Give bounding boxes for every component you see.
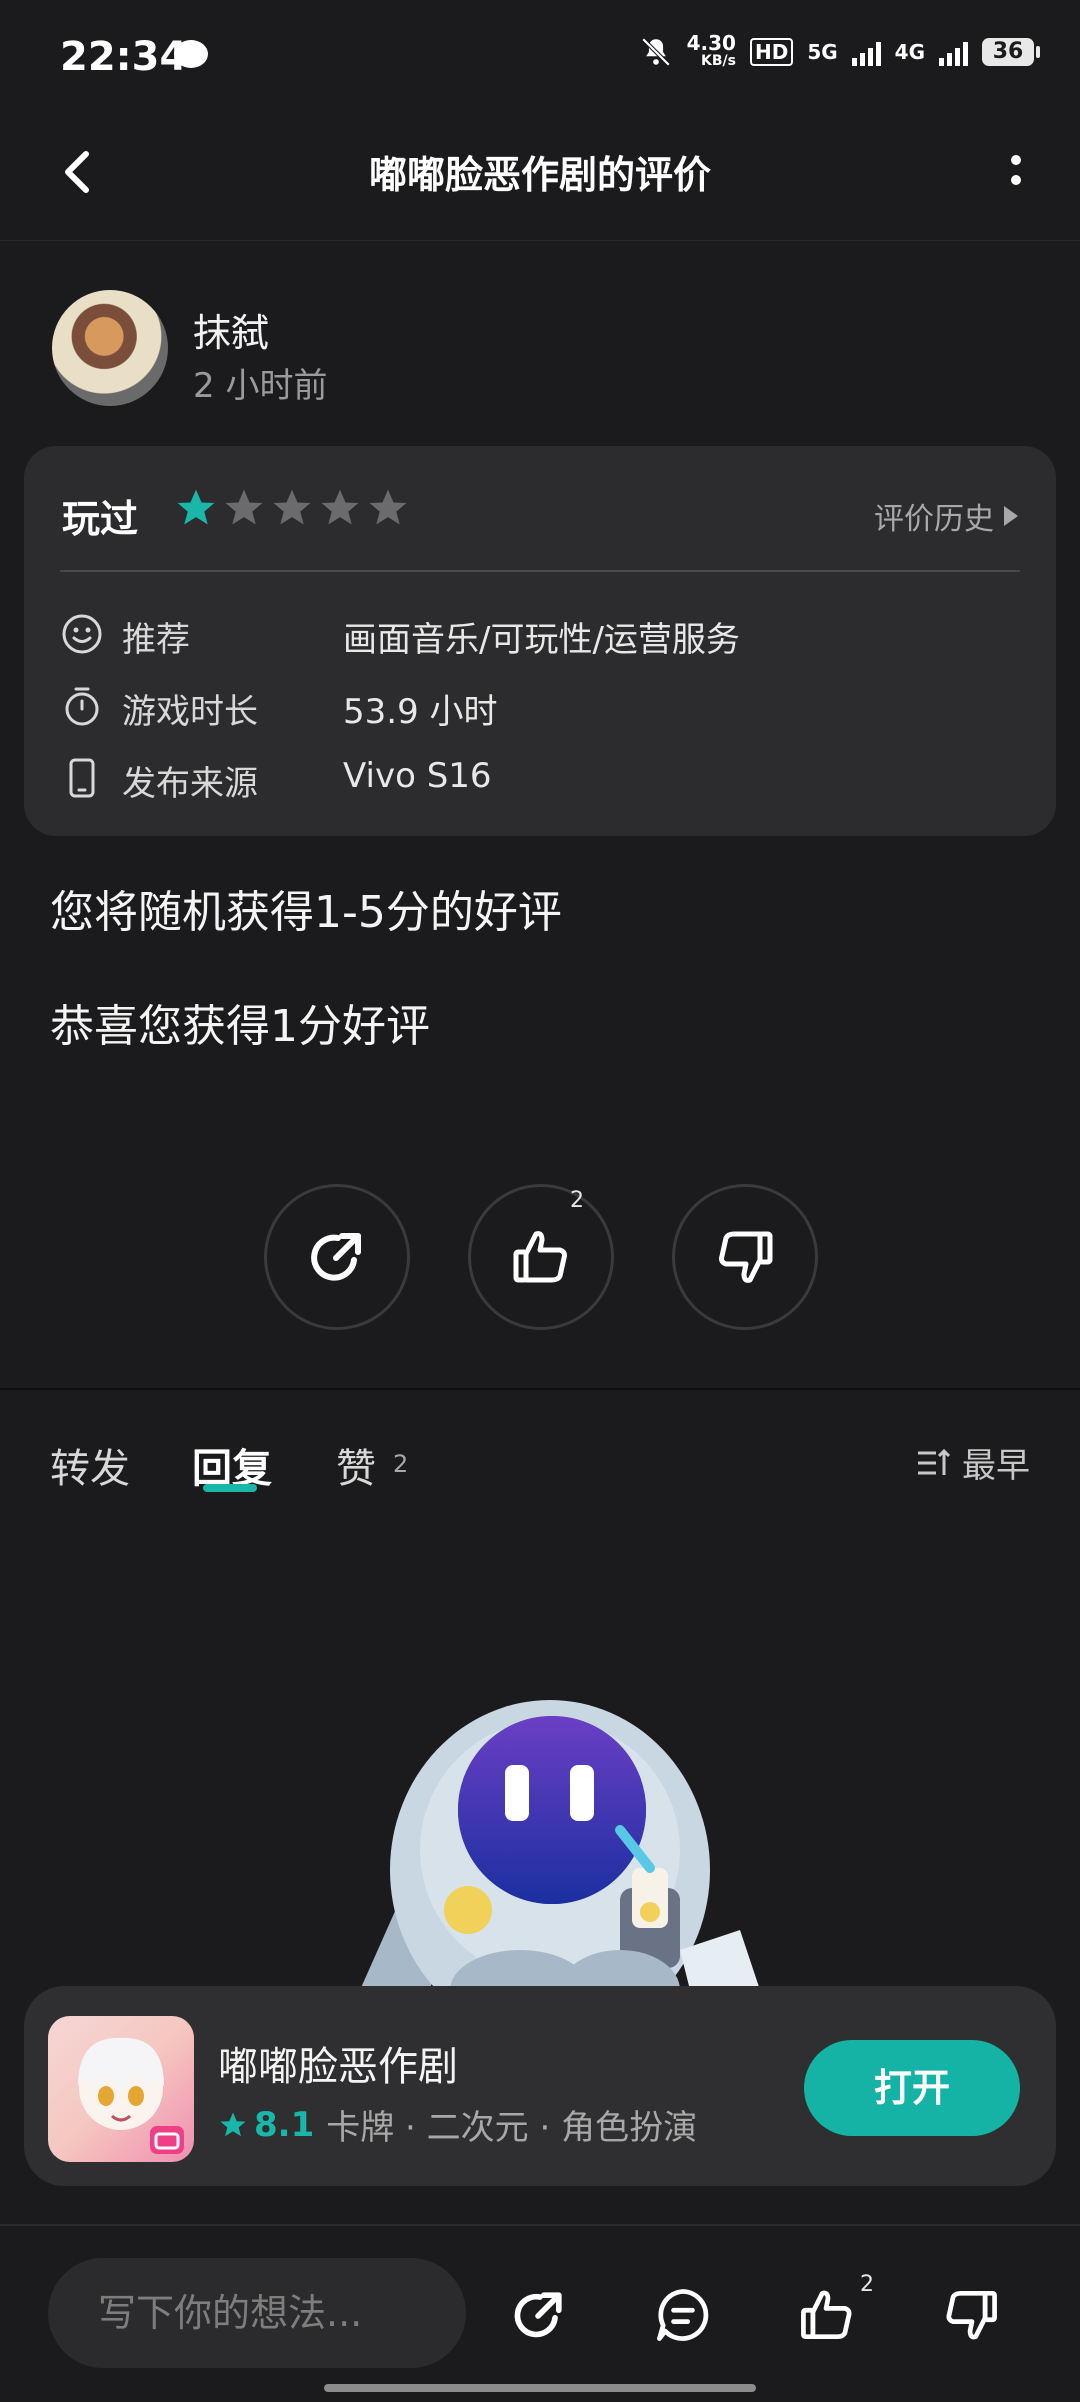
star-empty-icon [225, 489, 263, 525]
mute-bell-icon [641, 37, 670, 67]
comment-input[interactable]: 写下你的想法... [48, 2258, 466, 2368]
signal-icon-2 [939, 38, 968, 66]
review-row-label: 推荐 [122, 620, 190, 660]
tab-repost[interactable]: 转发 [50, 1436, 130, 1494]
smiley-icon [62, 614, 102, 654]
thumbs-up-icon[interactable] [794, 2282, 860, 2348]
review-row-playtime: 游戏时长 53.9 小时 [60, 676, 1020, 736]
comment-icon[interactable] [650, 2282, 716, 2348]
review-history-label: 评价历史 [874, 502, 994, 537]
app-rating-value: 8.1 [254, 2104, 315, 2145]
star-empty-icon [321, 489, 359, 525]
triangle-right-icon [1004, 506, 1018, 526]
review-row-value: 53.9 小时 [343, 692, 498, 732]
thumbs-down-icon[interactable] [938, 2282, 1004, 2348]
net-speed-value: 4.30 [686, 31, 736, 55]
share-icon [311, 1233, 361, 1281]
stopwatch-icon [65, 687, 99, 726]
sort-label: 最早 [962, 1446, 1030, 1486]
card-divider [60, 570, 1020, 572]
like-button[interactable] [468, 1184, 614, 1330]
sort-icon [918, 1448, 951, 1475]
app-name[interactable]: 嘟嘟脸恶作剧 [218, 2034, 458, 2092]
review-row-value: 画面音乐/可玩性/运营服务 [343, 620, 740, 660]
play-status: 玩过 [62, 497, 139, 541]
review-text-line-1: 您将随机获得1-5分的好评 [50, 887, 562, 938]
section-divider [0, 1388, 1080, 1390]
app-meta: 8.1 卡牌 · 二次元 · 角色扮演 [218, 2100, 697, 2149]
signal-icon-1 [851, 38, 881, 66]
net-speed-unit: KB/s [701, 53, 736, 69]
review-text-line-2: 恭喜您获得1分好评 [50, 1001, 430, 1052]
post-time: 2 小时前 [193, 366, 328, 406]
star-empty-icon [369, 489, 407, 525]
page-title: 嘟嘟脸恶作剧的评价 [368, 153, 711, 197]
share-button[interactable] [264, 1184, 410, 1330]
username[interactable]: 抹弑 [193, 302, 269, 357]
home-indicator[interactable] [324, 2384, 756, 2392]
star-empty-icon [273, 489, 311, 525]
star-rating [174, 486, 410, 530]
thumbs-down-icon [719, 1231, 773, 1283]
bottom-like-count: 2 [860, 2272, 874, 2297]
avatar[interactable] [52, 290, 168, 406]
active-tab-indicator [203, 1484, 257, 1492]
app-icon[interactable] [48, 2016, 194, 2162]
star-filled-icon [177, 489, 215, 525]
review-history-link[interactable]: 评价历史 [874, 494, 1018, 538]
status-time: 22:34 [60, 34, 188, 80]
top-nav-bar: 嘟嘟脸恶作剧的评价 [0, 120, 1080, 241]
star-filled-icon [220, 2112, 246, 2136]
open-app-button[interactable]: 打开 [804, 2040, 1020, 2136]
dislike-button[interactable] [672, 1184, 818, 1330]
tab-likes-count: 2 [393, 1450, 409, 1478]
review-row-label: 发布来源 [122, 764, 258, 804]
status-icons: 4.30 KB/s HD 5G 4G 36 [639, 31, 1040, 70]
net-speed: 4.30 KB/s [686, 31, 736, 70]
more-options-icon[interactable] [980, 140, 1040, 200]
thumbs-up-icon [513, 1231, 567, 1283]
status-bar: 22:34 4.30 KB/s HD 5G 4G 36 [0, 0, 1080, 120]
share-icon[interactable] [506, 2282, 572, 2348]
review-row-source: 发布来源 Vivo S16 [60, 748, 1020, 808]
review-row-recommend: 推荐 画面音乐/可玩性/运营服务 [60, 604, 1020, 664]
sim2-label: 4G [894, 40, 925, 64]
app-icon-art [78, 2037, 184, 2154]
review-row-value: Vivo S16 [343, 756, 492, 796]
review-row-label: 游戏时长 [122, 692, 258, 732]
app-tags: 卡牌 · 二次元 · 角色扮演 [326, 2108, 698, 2148]
empty-state-mascot [360, 1700, 760, 1990]
battery-icon: 36 [982, 38, 1040, 66]
sim1-label: 5G [807, 40, 838, 64]
hd-icon: HD [749, 38, 794, 66]
like-count: 2 [570, 1188, 584, 1213]
app-rating: 8.1 [218, 2105, 314, 2145]
tab-likes[interactable]: 赞 [336, 1436, 376, 1494]
message-notification-icon [174, 40, 208, 68]
phone-icon [69, 758, 95, 798]
sort-button[interactable]: 最早 [916, 1438, 1030, 1487]
